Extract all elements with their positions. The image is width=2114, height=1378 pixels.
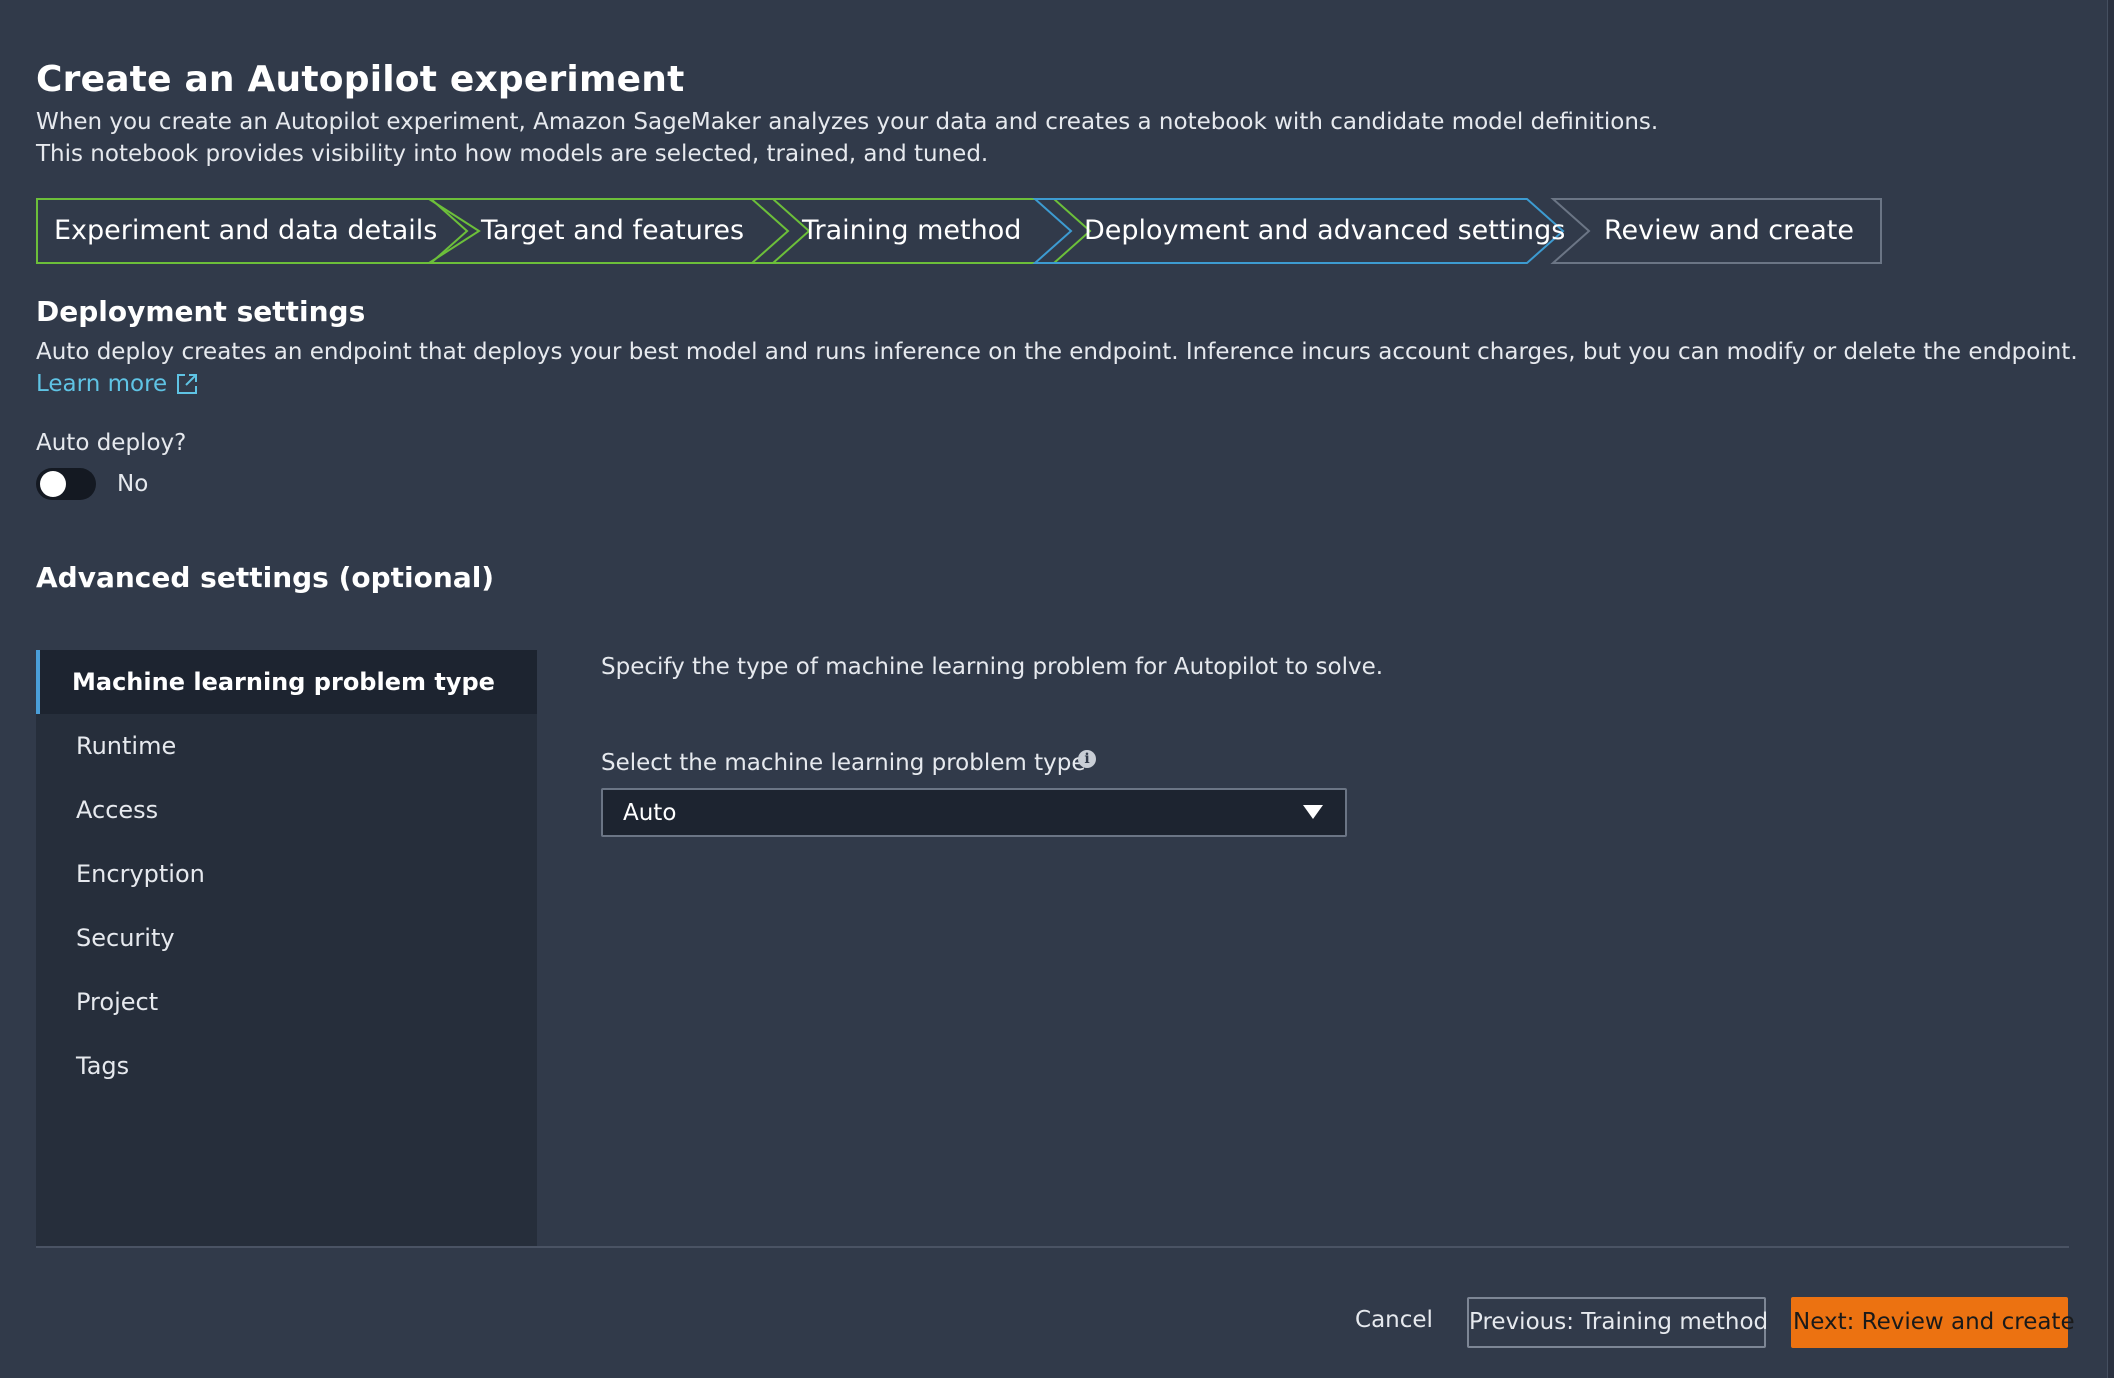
auto-deploy-label: Auto deploy?	[36, 430, 187, 456]
select-value: Auto	[623, 800, 677, 826]
step-label: Deployment and advanced settings	[1084, 215, 1566, 246]
step-deployment-advanced[interactable]: Deployment and advanced settings	[1032, 198, 1566, 264]
learn-more-label: Learn more	[36, 371, 168, 397]
nav-item-tags[interactable]: Tags	[36, 1034, 537, 1098]
nav-item-label: Security	[76, 924, 175, 952]
step-label: Review and create	[1604, 215, 1855, 246]
advanced-settings-nav: Machine learning problem type Runtime Ac…	[36, 650, 537, 1246]
nav-item-label: Access	[76, 796, 159, 824]
caret-down-icon	[1303, 805, 1323, 819]
page-title: Create an Autopilot experiment	[36, 59, 685, 100]
auto-deploy-value: No	[117, 471, 149, 497]
toggle-knob	[40, 471, 66, 497]
nav-item-label: Runtime	[76, 732, 177, 760]
advanced-settings-title: Advanced settings (optional)	[36, 561, 495, 594]
auto-deploy-toggle[interactable]	[36, 468, 96, 500]
cancel-button[interactable]: Cancel	[1348, 1297, 1440, 1348]
next-button[interactable]: Next: Review and create	[1791, 1297, 2075, 1348]
window-edge	[2107, 0, 2114, 1378]
nav-item-project[interactable]: Project	[36, 970, 537, 1034]
learn-more-link[interactable]: Learn more	[36, 368, 199, 400]
select-label: Select the machine learning problem type	[601, 750, 1086, 776]
external-link-icon	[177, 374, 198, 394]
nav-item-security[interactable]: Security	[36, 906, 537, 970]
nav-item-runtime[interactable]: Runtime	[36, 714, 537, 778]
nav-item-label: Encryption	[76, 860, 205, 888]
footer-divider	[36, 1246, 2069, 1248]
page-header: Create an Autopilot experiment When you …	[36, 56, 2071, 170]
ml-problem-type-select[interactable]: Auto	[601, 788, 1347, 837]
page-description-line2: This notebook provides visibility into h…	[36, 141, 989, 167]
previous-button[interactable]: Previous: Training method	[1467, 1297, 1768, 1348]
step-label: Experiment and data details	[54, 215, 438, 246]
nav-item-label: Tags	[76, 1052, 130, 1080]
nav-item-label: Machine learning problem type	[72, 668, 495, 696]
nav-item-label: Project	[76, 988, 159, 1016]
deployment-settings-title: Deployment settings	[36, 295, 366, 328]
step-review-create[interactable]: Review and create	[1550, 198, 1883, 264]
nav-item-ml-problem-type[interactable]: Machine learning problem type	[36, 650, 537, 714]
nav-item-access[interactable]: Access	[36, 778, 537, 842]
info-icon[interactable]: i	[1078, 750, 1096, 768]
step-experiment-data-details[interactable]: Experiment and data details	[36, 198, 482, 264]
panel-description: Specify the type of machine learning pro…	[601, 654, 1384, 680]
nav-item-encryption[interactable]: Encryption	[36, 842, 537, 906]
step-label: Training method	[802, 215, 1022, 246]
deployment-settings-description: Auto deploy creates an endpoint that dep…	[36, 339, 2078, 365]
step-label: Target and features	[481, 215, 745, 246]
page-description-line1: When you create an Autopilot experiment,…	[36, 109, 1659, 135]
